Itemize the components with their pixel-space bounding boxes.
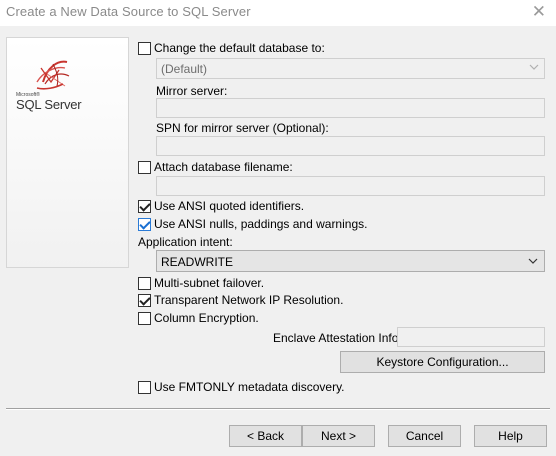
back-button[interactable]: < Back <box>229 425 302 447</box>
change-default-db-row[interactable]: Change the default database to: <box>138 41 325 55</box>
help-button[interactable]: Help <box>474 425 547 447</box>
attach-db-label: Attach database filename: <box>154 160 293 174</box>
next-button[interactable]: Next > <box>302 425 375 447</box>
title-bar: Create a New Data Source to SQL Server ✕ <box>0 0 556 26</box>
fmtonly-row[interactable]: Use FMTONLY metadata discovery. <box>138 380 345 394</box>
ansi-quoted-row[interactable]: Use ANSI quoted identifiers. <box>138 199 304 213</box>
column-encryption-checkbox[interactable] <box>138 311 151 325</box>
default-db-value: (Default) <box>161 62 208 76</box>
ansi-nulls-label: Use ANSI nulls, paddings and warnings. <box>154 217 368 231</box>
multi-subnet-label: Multi-subnet failover. <box>154 276 265 290</box>
tnir-checkbox[interactable] <box>138 293 151 307</box>
fmtonly-checkbox[interactable] <box>138 380 151 394</box>
sql-server-logo-icon <box>36 60 70 90</box>
window-title: Create a New Data Source to SQL Server <box>6 4 251 19</box>
cancel-button[interactable]: Cancel <box>388 425 461 447</box>
multi-subnet-row[interactable]: Multi-subnet failover. <box>138 276 264 290</box>
ansi-quoted-checkbox[interactable] <box>138 199 151 213</box>
column-encryption-label: Column Encryption. <box>154 311 259 325</box>
ansi-nulls-checkbox[interactable] <box>138 217 151 231</box>
attach-db-field <box>156 176 545 196</box>
fmtonly-label: Use FMTONLY metadata discovery. <box>154 380 345 394</box>
attach-db-checkbox[interactable] <box>138 160 151 174</box>
change-default-db-checkbox[interactable] <box>138 41 151 55</box>
default-db-select: (Default) <box>156 58 545 79</box>
ansi-nulls-row[interactable]: Use ANSI nulls, paddings and warnings. <box>138 217 367 231</box>
mirror-server-label: Mirror server: <box>156 84 228 98</box>
column-encryption-row[interactable]: Column Encryption. <box>138 311 259 325</box>
attach-db-row[interactable]: Attach database filename: <box>138 160 293 174</box>
sql-server-logo-panel: Microsoft® SQL Server <box>6 37 129 268</box>
ansi-quoted-label: Use ANSI quoted identifiers. <box>154 199 305 213</box>
keystore-config-button[interactable]: Keystore Configuration... <box>340 351 545 373</box>
close-icon[interactable]: ✕ <box>532 2 546 22</box>
spn-mirror-field <box>156 136 545 156</box>
tnir-row[interactable]: Transparent Network IP Resolution. <box>138 293 343 307</box>
dialog-client-area: Microsoft® SQL Server Change the default… <box>0 26 556 456</box>
change-default-db-label: Change the default database to: <box>154 41 325 55</box>
spn-mirror-label: SPN for mirror server (Optional): <box>156 121 329 135</box>
chevron-down-icon <box>528 258 538 264</box>
app-intent-value: READWRITE <box>161 255 233 269</box>
multi-subnet-checkbox[interactable] <box>138 276 151 290</box>
tnir-label: Transparent Network IP Resolution. <box>154 293 344 307</box>
chevron-down-icon <box>529 64 539 70</box>
app-intent-select[interactable]: READWRITE <box>156 250 545 272</box>
enclave-label: Enclave Attestation Info: <box>273 331 402 345</box>
app-intent-label: Application intent: <box>138 235 233 249</box>
logo-product-text: SQL Server <box>16 97 82 112</box>
divider <box>6 408 550 410</box>
mirror-server-field <box>156 98 545 118</box>
enclave-field <box>397 327 545 347</box>
